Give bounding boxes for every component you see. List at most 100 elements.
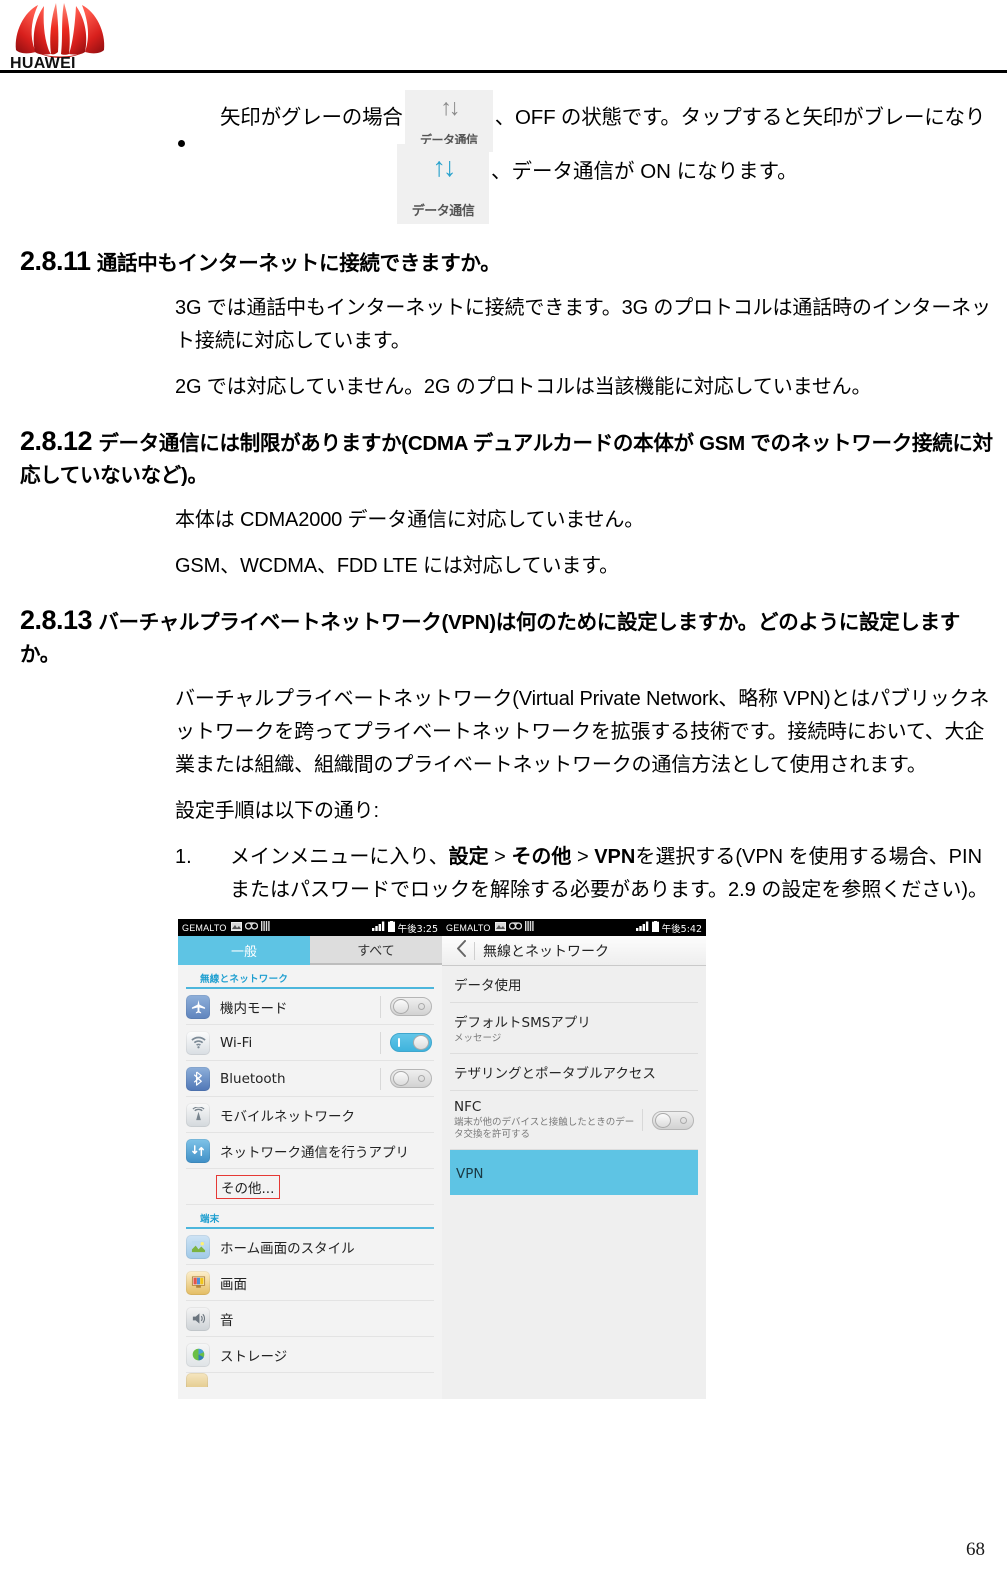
- divider: [380, 995, 381, 1018]
- list-item-wifi[interactable]: Wi-Fi: [186, 1025, 434, 1061]
- bluetooth-icon: [186, 1066, 210, 1091]
- section-title: 通話中もインターネットに接続できますか。: [96, 252, 501, 275]
- battery-icon: [387, 920, 395, 935]
- list-item-display[interactable]: 画面: [186, 1265, 434, 1301]
- list-item-tethering[interactable]: テザリングとポータブルアクセス: [450, 1054, 698, 1091]
- picture-icon: [494, 921, 506, 934]
- tab-general[interactable]: 一般: [178, 936, 310, 965]
- signal-bars-icon: [635, 921, 649, 934]
- section-number: 2.8.13: [20, 605, 93, 635]
- list-item-bluetooth[interactable]: Bluetooth: [186, 1061, 434, 1097]
- step-bold-other: その他: [511, 846, 572, 868]
- cell-tower-icon: [186, 1102, 210, 1127]
- divider: [380, 1031, 381, 1054]
- list-item-label: 画面: [220, 1276, 247, 1293]
- step-prefix: メインメニューに入り、: [230, 846, 449, 868]
- up-down-arrows-icon: ↑↓: [432, 152, 457, 182]
- section-heading: 2.8.13 バーチャルプライベートネットワーク(VPN)は何のために設定します…: [20, 605, 999, 670]
- carrier-label: GEMALTO: [446, 922, 491, 933]
- page-number: 68: [966, 1539, 985, 1560]
- signal-bars-icon: [371, 921, 385, 934]
- data-communication-icon-on-label: データ通信: [411, 203, 475, 218]
- list-item-network-apps[interactable]: ネットワーク通信を行うアプリ: [186, 1133, 434, 1169]
- section-number: 2.8.11: [20, 246, 91, 276]
- home-style-icon: [186, 1234, 210, 1259]
- paragraph: 2G では対応していません。2G のプロトコルは当該機能に対応していません。: [175, 376, 872, 398]
- up-down-arrows-icon: ↑↓: [440, 94, 460, 120]
- list-item-label: ストレージ: [220, 1348, 288, 1365]
- step-bold-settings: 設定: [448, 846, 489, 868]
- section-title: バーチャルプライベートネットワーク(VPN)は何のために設定しますか。どのように…: [20, 611, 960, 666]
- carrier-label: GEMALTO: [182, 922, 227, 933]
- network-apps-icon: [186, 1138, 210, 1163]
- right-phone-screenshot: GEMALTO 午後5:42 無線とネットワーク データ使用 デフォルトSMSア…: [442, 919, 706, 1399]
- section-2-8-11: 2.8.11 通話中もインターネットに接続できますか。: [20, 246, 999, 279]
- bullet-text-line2: 、データ通信が ON になります。: [491, 160, 798, 183]
- list-item-title: データ使用: [454, 978, 522, 994]
- bullet-item: 矢印がグレーの場合 ↑↓ データ通信 、OFF の状態です。タップすると矢印がブレーに…: [0, 90, 1007, 224]
- page-header: HUAWEI: [0, 0, 1007, 73]
- bullet-marker-icon: [178, 140, 185, 147]
- list-item-other[interactable]: その他...: [186, 1169, 434, 1205]
- list-item-subtitle: メッセージ: [454, 1033, 502, 1044]
- airplane-mode-toggle[interactable]: [390, 997, 432, 1016]
- bluetooth-toggle[interactable]: [390, 1069, 432, 1088]
- list-item-title: テザリングとポータブルアクセス: [454, 1066, 656, 1082]
- step-sep-1: >: [488, 846, 512, 868]
- left-phone-screenshot: GEMALTO 午後3:25 一般 すべて 無線とネットワーク 機内モード Wi…: [178, 919, 442, 1399]
- airplane-icon: [186, 994, 210, 1019]
- divider: [380, 1067, 381, 1090]
- huawei-logo: HUAWEI: [8, 2, 112, 72]
- wifi-toggle[interactable]: [390, 1033, 432, 1052]
- list-item-vpn[interactable]: VPN: [450, 1150, 698, 1195]
- list-item-subtitle: 端末が他のデバイスと接触したときのデータ交換を許可する: [454, 1117, 635, 1140]
- list-item-label: 音: [220, 1312, 234, 1329]
- divider: [474, 941, 475, 960]
- list-item-mobile-network[interactable]: モバイルネットワーク: [186, 1097, 434, 1133]
- bullet-text: 矢印がグレーの場合 ↑↓ データ通信 、OFF の状態です。タップすると矢印がブレーに…: [175, 90, 997, 152]
- list-item-sound[interactable]: 音: [186, 1301, 434, 1337]
- step-number: 1.: [175, 846, 192, 868]
- list-item-label: その他...: [221, 1180, 275, 1197]
- paragraph: 本体は CDMA2000 データ通信に対応していません。: [175, 509, 645, 531]
- bullet-text-before: 矢印がグレーの場合: [220, 106, 403, 129]
- settings-tab-bar[interactable]: 一般 すべて: [178, 936, 442, 965]
- wifi-icon: [186, 1030, 210, 1055]
- clock-label: 午後3:25: [397, 923, 438, 935]
- list-item-label: ホーム画面のスタイル: [220, 1240, 355, 1257]
- list-item-label: Bluetooth: [220, 1070, 286, 1087]
- sim-icon: [260, 921, 270, 934]
- voicemail-icon: [508, 922, 522, 933]
- sound-icon: [186, 1306, 210, 1331]
- picture-icon: [230, 921, 242, 934]
- nfc-toggle[interactable]: [652, 1110, 694, 1130]
- section-number: 2.8.12: [20, 426, 93, 456]
- list-item-home-screen-style[interactable]: ホーム画面のスタイル: [186, 1229, 434, 1265]
- list-item-partial-cutoff[interactable]: [186, 1373, 434, 1387]
- paragraph: GSM、WCDMA、FDD LTE には対応しています。: [175, 555, 619, 577]
- list-item-airplane-mode[interactable]: 機内モード: [186, 989, 434, 1025]
- list-item-nfc[interactable]: NFC 端末が他のデバイスと接触したときのデータ交換を許可する: [450, 1091, 698, 1150]
- list-item-default-sms-app[interactable]: デフォルトSMSアプリ メッセージ: [450, 1003, 698, 1054]
- screenshot-pair: GEMALTO 午後3:25 一般 すべて 無線とネットワーク 機内モード Wi…: [178, 919, 706, 1399]
- voicemail-icon: [244, 922, 258, 933]
- step-sep-2: >: [571, 846, 595, 868]
- list-item-data-usage[interactable]: データ使用: [450, 966, 698, 1003]
- bullet-line-two: ↑↓ データ通信 、データ通信が ON になります。: [175, 144, 997, 224]
- data-communication-icon-on: ↑↓ データ通信: [397, 144, 489, 224]
- list-item-storage[interactable]: ストレージ: [186, 1337, 434, 1373]
- list-item-label: Wi-Fi: [220, 1034, 253, 1051]
- clock-label: 午後5:42: [661, 923, 702, 935]
- sim-icon: [524, 921, 534, 934]
- section-2-8-12: 2.8.12 データ通信には制限がありますか(CDMA デュアルカードの本体が …: [20, 426, 999, 491]
- header-divider: [0, 70, 1007, 73]
- status-bar: GEMALTO: [442, 919, 706, 936]
- step-body: メインメニューに入り、設定 > その他 > VPNを選択する(VPN を使用する…: [175, 841, 1002, 907]
- step-bold-vpn: VPN: [594, 846, 636, 868]
- huawei-wordmark: HUAWEI: [10, 55, 76, 68]
- list-item-label: モバイルネットワーク: [220, 1108, 355, 1125]
- paragraph: バーチャルプライベートネットワーク(Virtual Private Networ…: [175, 688, 990, 776]
- back-chevron-icon[interactable]: [450, 940, 472, 961]
- tab-all[interactable]: すべて: [310, 936, 442, 965]
- action-bar-title: 無線とネットワーク: [483, 943, 609, 960]
